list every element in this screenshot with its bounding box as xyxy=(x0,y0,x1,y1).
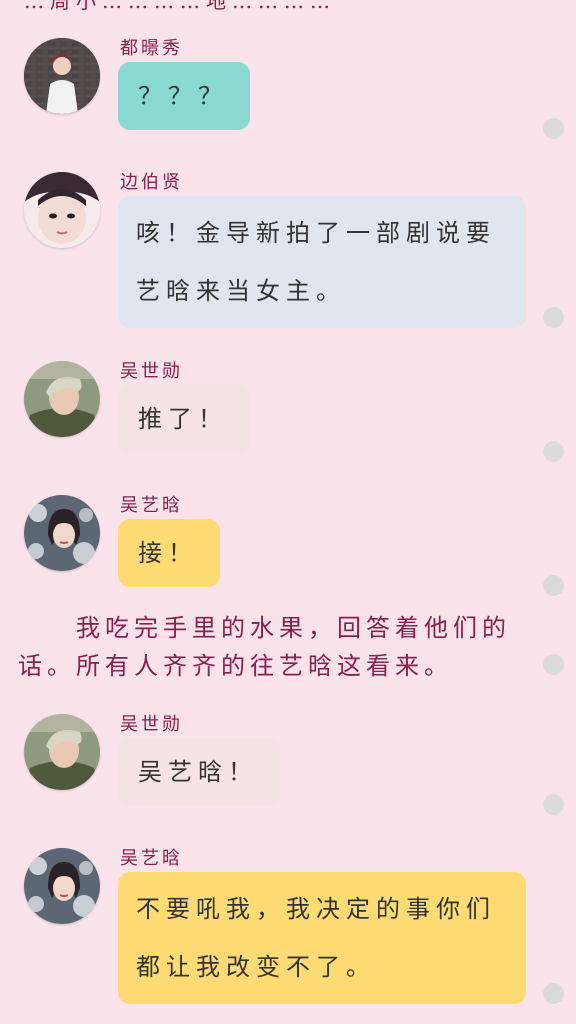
message-status-dot[interactable] xyxy=(543,983,564,1004)
sender-name: 吴艺晗 xyxy=(120,495,183,516)
avatar-boy-closeup[interactable] xyxy=(24,172,100,248)
message-status-dot[interactable] xyxy=(543,441,564,462)
sender-name: 吴世勋 xyxy=(120,714,183,735)
message-status-dot[interactable] xyxy=(543,654,564,675)
avatar-boy-blond[interactable] xyxy=(24,361,100,437)
message-bubble[interactable]: 推了！ xyxy=(118,385,250,453)
message-bubble[interactable]: 吴艺晗！ xyxy=(118,738,280,806)
message-status-dot[interactable] xyxy=(543,307,564,328)
message-status-dot[interactable] xyxy=(543,575,564,596)
avatar-girl-flowers-icon xyxy=(24,848,100,924)
avatar-girl-flowers[interactable] xyxy=(24,495,100,571)
message-status-dot[interactable] xyxy=(543,794,564,815)
message-bubble[interactable]: ？？？ xyxy=(118,62,250,130)
sender-name: 吴世勋 xyxy=(120,361,183,382)
sender-name: 吴艺晗 xyxy=(120,848,183,869)
avatar-boy-white-shirt[interactable] xyxy=(24,38,100,114)
message-bubble[interactable]: 咳！金导新拍了一部剧说要艺晗来当女主。 xyxy=(118,196,526,328)
top-text-fragment: …周小…………地………… xyxy=(24,0,336,13)
avatar-boy-white-shirt-icon xyxy=(24,38,100,114)
sender-name: 都暻秀 xyxy=(120,38,183,59)
avatar-boy-blond-icon xyxy=(24,361,100,437)
avatar-boy-blond-icon xyxy=(24,714,100,790)
message-bubble[interactable]: 接！ xyxy=(118,519,220,587)
sender-name: 边伯贤 xyxy=(120,172,183,193)
avatar-girl-flowers-icon xyxy=(24,495,100,571)
message-bubble[interactable]: 不要吼我，我决定的事你们都让我改变不了。 xyxy=(118,872,526,1004)
avatar-girl-flowers[interactable] xyxy=(24,848,100,924)
narration-text: 我吃完手里的水果，回答着他们的话。所有人齐齐的往艺晗这看来。 xyxy=(18,614,511,680)
avatar-boy-closeup-icon xyxy=(24,172,100,248)
avatar-boy-blond[interactable] xyxy=(24,714,100,790)
message-status-dot[interactable] xyxy=(543,118,564,139)
